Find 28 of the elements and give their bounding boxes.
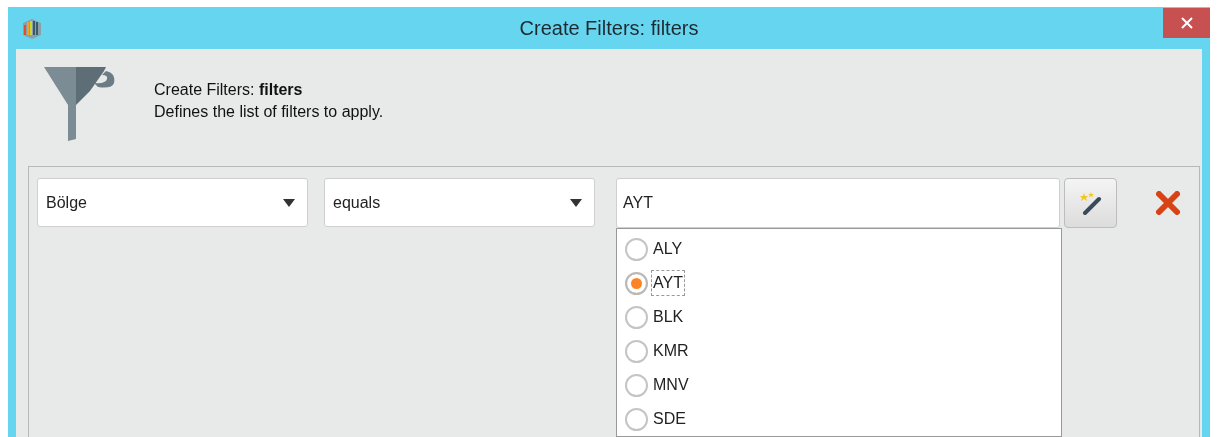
- close-button[interactable]: [1163, 8, 1210, 38]
- funnel-icon: [44, 67, 116, 141]
- wizard-button[interactable]: [1064, 178, 1117, 228]
- radio-button[interactable]: [625, 237, 648, 261]
- field-dropdown[interactable]: Bölge: [37, 178, 308, 227]
- window-title: Create Filters: filters: [519, 16, 699, 41]
- radio-button[interactable]: [625, 339, 648, 363]
- caret-icon: [570, 198, 582, 207]
- header-title: Create Filters: filters: [154, 80, 304, 100]
- radio-button[interactable]: [625, 407, 648, 431]
- magic-wand-icon: [1078, 191, 1103, 215]
- remove-icon: [1156, 191, 1180, 215]
- remove-button[interactable]: [1153, 188, 1183, 218]
- app-logo-icon: [21, 17, 43, 41]
- option-label: SDE: [652, 409, 687, 429]
- radio-button[interactable]: [625, 373, 648, 397]
- operator-dropdown[interactable]: equals: [324, 178, 595, 227]
- header-description: Defines the list of filters to apply.: [154, 102, 384, 122]
- radio-button[interactable]: [625, 271, 648, 295]
- option-label: ALY: [652, 239, 684, 259]
- caret-icon: [283, 198, 295, 207]
- option-label: KMR: [652, 341, 690, 361]
- option-label: BLK: [652, 307, 685, 327]
- close-icon: [1180, 17, 1193, 29]
- value-field[interactable]: AYT: [616, 178, 1060, 228]
- option-label: MNV: [652, 375, 690, 395]
- radio-button[interactable]: [625, 305, 648, 329]
- option-label: AYT: [651, 270, 685, 296]
